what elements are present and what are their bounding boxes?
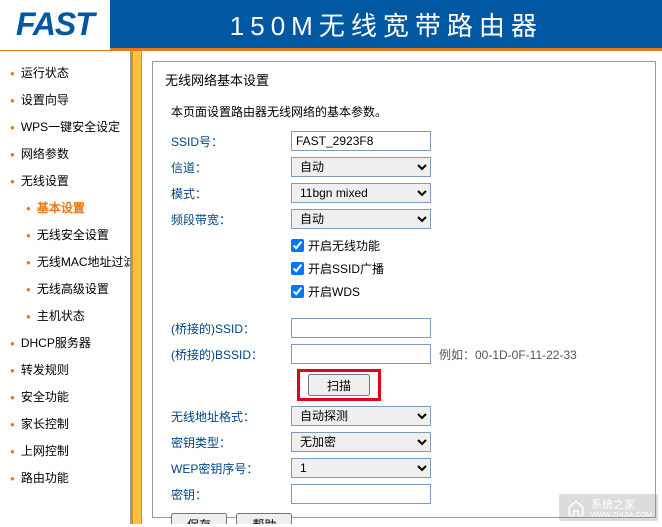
sidebar-item-label: 主机状态 <box>37 309 85 323</box>
bullet-icon: ● <box>10 150 15 159</box>
sidebar-item-0[interactable]: ● 运行状态 <box>6 59 130 86</box>
bullet-icon: ● <box>10 177 15 186</box>
bandwidth-select[interactable]: 自动 <box>291 209 431 229</box>
channel-select[interactable]: 自动 <box>291 157 431 177</box>
save-button[interactable]: 保存 <box>171 513 227 524</box>
sidebar-item-5[interactable]: ● 基本设置 <box>6 194 130 221</box>
sidebar-item-label: 网络参数 <box>21 147 69 161</box>
sidebar-item-label: WPS一键安全设定 <box>21 120 120 134</box>
sidebar-item-9[interactable]: ● 主机状态 <box>6 302 130 329</box>
enable-wireless-checkbox[interactable] <box>291 239 304 252</box>
bullet-icon: ● <box>10 339 15 348</box>
bridge-bssid-hint: 例如：00-1D-0F-11-22-33 <box>439 346 577 363</box>
sidebar-separator <box>132 51 142 524</box>
sidebar-item-label: DHCP服务器 <box>21 336 91 350</box>
sidebar-item-label: 家长控制 <box>21 417 69 431</box>
sidebar-item-4[interactable]: ● 无线设置 <box>6 167 130 194</box>
addr-format-label: 无线地址格式： <box>171 408 291 425</box>
mode-select[interactable]: 11bgn mixed <box>291 183 431 203</box>
enable-wds-label: 开启WDS <box>308 283 360 300</box>
bridge-bssid-input[interactable] <box>291 344 431 364</box>
sidebar-item-label: 无线设置 <box>21 174 69 188</box>
sidebar-item-2[interactable]: ● WPS一键安全设定 <box>6 113 130 140</box>
sidebar-item-label: 无线安全设置 <box>37 228 109 242</box>
sidebar-item-1[interactable]: ● 设置向导 <box>6 86 130 113</box>
enable-ssid-broadcast-label: 开启SSID广播 <box>308 260 384 277</box>
sidebar-item-label: 基本设置 <box>37 201 85 215</box>
scan-button[interactable]: 扫描 <box>308 374 370 396</box>
sidebar-item-label: 无线MAC地址过滤 <box>37 255 132 269</box>
bridge-ssid-label: (桥接的)SSID： <box>171 320 291 337</box>
channel-label: 信道： <box>171 159 291 176</box>
bullet-icon: ● <box>10 69 15 78</box>
sidebar-item-label: 路由功能 <box>21 471 69 485</box>
bullet-icon: ● <box>10 96 15 105</box>
sidebar-item-label: 上网控制 <box>21 444 69 458</box>
enable-wds-checkbox[interactable] <box>291 285 304 298</box>
sidebar-item-10[interactable]: ● DHCP服务器 <box>6 329 130 356</box>
ssid-input[interactable] <box>291 131 431 151</box>
sidebar-item-11[interactable]: ● 转发规则 <box>6 356 130 383</box>
sidebar-item-13[interactable]: ● 家长控制 <box>6 410 130 437</box>
bullet-icon: ● <box>26 231 31 240</box>
scan-highlight-box: 扫描 <box>297 369 381 401</box>
bullet-icon: ● <box>10 123 15 132</box>
main-content: 无线网络基本设置 本页面设置路由器无线网络的基本参数。 SSID号： 信道： 自… <box>142 51 662 524</box>
sidebar-item-14[interactable]: ● 上网控制 <box>6 437 130 464</box>
sidebar-item-3[interactable]: ● 网络参数 <box>6 140 130 167</box>
header-title: 150M无线宽带路由器 <box>230 6 543 43</box>
sidebar-item-8[interactable]: ● 无线高级设置 <box>6 275 130 302</box>
wep-index-select[interactable]: 1 <box>291 458 431 478</box>
bandwidth-label: 频段带宽： <box>171 211 291 228</box>
panel-description: 本页面设置路由器无线网络的基本参数。 <box>171 103 643 120</box>
header: FAST 150M无线宽带路由器 <box>0 0 662 51</box>
sidebar: ● 运行状态 ● 设置向导 ● WPS一键安全设定 ● 网络参数 ● 无线设置 ● 基本设置 ● 无线安全… <box>0 51 132 524</box>
addr-format-select[interactable]: 自动探测 <box>291 406 431 426</box>
bridge-ssid-input[interactable] <box>291 318 431 338</box>
panel-title: 无线网络基本设置 <box>165 70 643 89</box>
bullet-icon: ● <box>10 447 15 456</box>
bullet-icon: ● <box>26 258 31 267</box>
enable-ssid-broadcast-checkbox[interactable] <box>291 262 304 275</box>
bullet-icon: ● <box>10 474 15 483</box>
sidebar-item-label: 转发规则 <box>21 363 69 377</box>
key-input[interactable] <box>291 484 431 504</box>
bullet-icon: ● <box>26 204 31 213</box>
sidebar-item-6[interactable]: ● 无线安全设置 <box>6 221 130 248</box>
key-type-select[interactable]: 无加密 <box>291 432 431 452</box>
sidebar-item-label: 无线高级设置 <box>37 282 109 296</box>
sidebar-item-7[interactable]: ● 无线MAC地址过滤 <box>6 248 130 275</box>
sidebar-item-label: 设置向导 <box>21 93 69 107</box>
enable-wireless-label: 开启无线功能 <box>308 237 380 254</box>
sidebar-item-12[interactable]: ● 安全功能 <box>6 383 130 410</box>
wep-index-label: WEP密钥序号： <box>171 460 291 477</box>
bullet-icon: ● <box>26 312 31 321</box>
settings-panel: 无线网络基本设置 本页面设置路由器无线网络的基本参数。 SSID号： 信道： 自… <box>152 61 656 518</box>
sidebar-item-label: 安全功能 <box>21 390 69 404</box>
sidebar-item-label: 运行状态 <box>21 66 69 80</box>
bullet-icon: ● <box>10 393 15 402</box>
bullet-icon: ● <box>10 366 15 375</box>
key-label: 密钥： <box>171 486 291 503</box>
help-button[interactable]: 帮助 <box>236 513 292 524</box>
sidebar-item-15[interactable]: ● 路由功能 <box>6 464 130 491</box>
bullet-icon: ● <box>10 420 15 429</box>
brand-logo: FAST <box>0 0 110 50</box>
mode-label: 模式： <box>171 185 291 202</box>
bullet-icon: ● <box>26 285 31 294</box>
bridge-bssid-label: (桥接的)BSSID： <box>171 346 291 363</box>
key-type-label: 密钥类型： <box>171 434 291 451</box>
ssid-label: SSID号： <box>171 133 291 150</box>
